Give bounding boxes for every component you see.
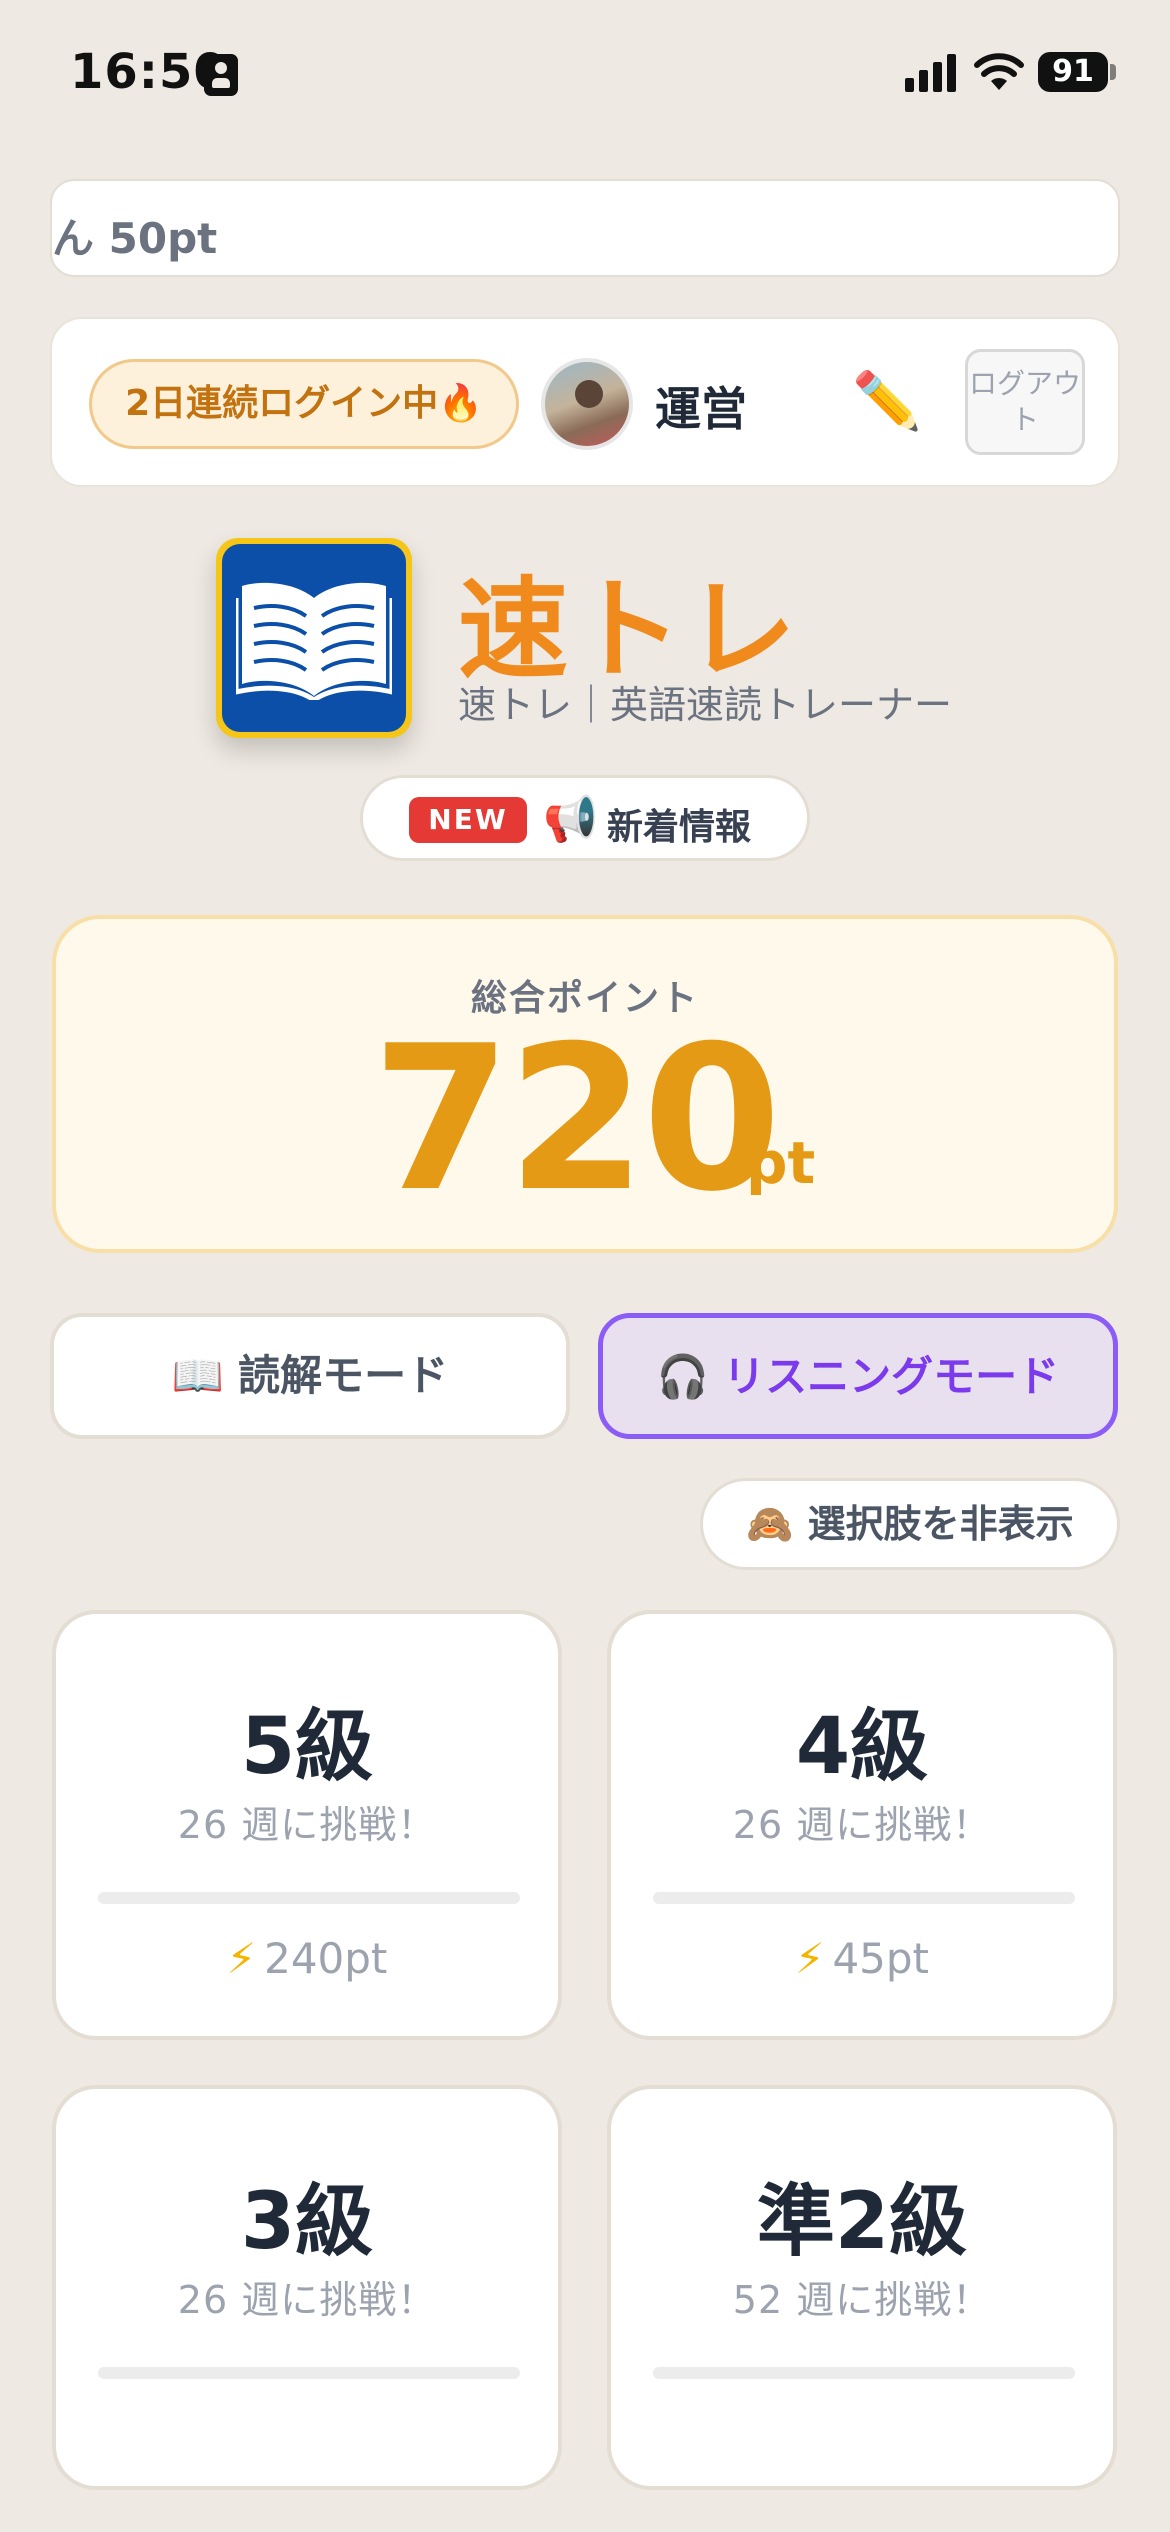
grade-card-3[interactable]: 3級 26 週に挑戦！	[52, 2085, 562, 2490]
news-button[interactable]: NEW 📢 新着情報	[360, 775, 810, 861]
app-logo	[216, 538, 412, 738]
grade-title: 4級	[795, 1702, 929, 1792]
headphones-icon: 🎧	[656, 1352, 710, 1401]
lightning-icon: ⚡	[226, 1934, 257, 1983]
cellular-signal-icon	[905, 52, 959, 92]
login-streak-badge: 2日連続ログイン中🔥	[89, 359, 519, 449]
megaphone-icon: 📢	[543, 794, 598, 845]
app-subtitle: 速トレ｜英語速読トレーナー	[458, 683, 953, 727]
points-unit: pt	[746, 1129, 816, 1197]
user-bar: 2日連続ログイン中🔥 運営 ✏️ ログアウト	[50, 317, 1120, 487]
grade-points: ⚡ 240pt	[56, 1934, 558, 1983]
total-points-card: 総合ポイント 720 pt	[52, 915, 1118, 1253]
grade-title: 5級	[240, 1702, 374, 1792]
new-badge: NEW	[409, 797, 527, 843]
grade-title: 準2級	[756, 2177, 968, 2267]
grade-title: 3級	[240, 2177, 374, 2267]
pencil-icon[interactable]: ✏️	[852, 367, 922, 437]
lightning-icon: ⚡	[794, 1934, 825, 1983]
reading-mode-button[interactable]: 📖 読解モード	[50, 1313, 570, 1439]
grade-card-4[interactable]: 4級 26 週に挑戦！ ⚡ 45pt	[607, 1610, 1117, 2040]
grade-card-5[interactable]: 5級 26 週に挑戦！ ⚡ 240pt	[52, 1610, 562, 2040]
reading-mode-label: 読解モード	[238, 1351, 449, 1400]
grade-progress-bar	[98, 2367, 520, 2379]
points-value: 720	[372, 1003, 781, 1236]
ticker-text: ん 50pt	[52, 214, 218, 263]
grade-progress-bar	[653, 2367, 1075, 2379]
status-bar: 16:50 91	[0, 0, 1170, 150]
news-label: 新着情報	[607, 807, 752, 848]
grade-card-pre2[interactable]: 準2級 52 週に挑戦！	[607, 2085, 1117, 2490]
grade-weeks: 52 週に挑戦！	[732, 2278, 992, 2322]
hide-options-label: 選択肢を非表示	[807, 1502, 1074, 1546]
wifi-icon	[974, 53, 1024, 90]
hide-options-button[interactable]: 🙈 選択肢を非表示	[700, 1478, 1120, 1570]
book-icon: 📖	[171, 1351, 225, 1400]
grade-progress-bar	[653, 1892, 1075, 1904]
listening-mode-label: リスニングモード	[723, 1352, 1060, 1401]
battery-icon: 91	[1038, 52, 1108, 92]
id-card-icon	[204, 54, 238, 96]
grade-points-value: 240pt	[264, 1934, 388, 1983]
listening-mode-button[interactable]: 🎧 リスニングモード	[598, 1313, 1118, 1439]
grade-points-value: 45pt	[832, 1934, 930, 1983]
grade-weeks: 26 週に挑戦！	[177, 1803, 437, 1847]
avatar[interactable]	[541, 358, 633, 450]
logout-button[interactable]: ログアウト	[965, 349, 1085, 455]
battery-tip	[1110, 64, 1116, 80]
grade-points: ⚡ 45pt	[611, 1934, 1113, 1983]
grade-weeks: 26 週に挑戦！	[177, 2278, 437, 2322]
open-book-icon	[236, 582, 392, 700]
points-ticker: ん 50pt	[50, 179, 1120, 277]
username: 運営	[655, 382, 747, 436]
see-no-evil-monkey-icon: 🙈	[746, 1502, 794, 1546]
grade-progress-bar	[98, 1892, 520, 1904]
grade-weeks: 26 週に挑戦！	[732, 1803, 992, 1847]
